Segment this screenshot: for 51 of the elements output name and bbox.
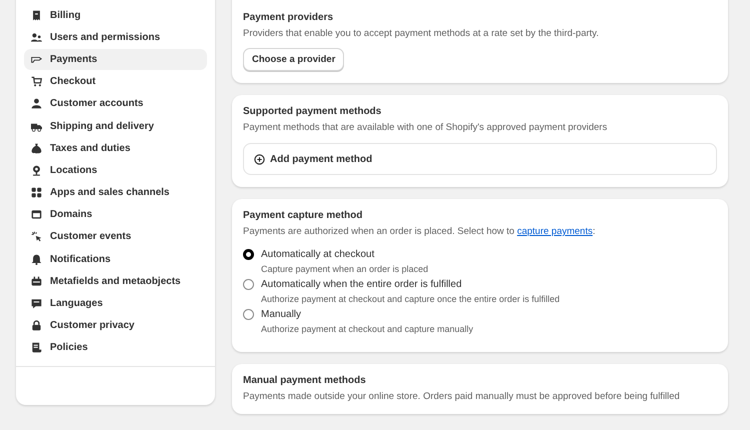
apps-icon xyxy=(31,187,42,198)
radio-button[interactable] xyxy=(243,279,254,290)
cart-icon xyxy=(31,76,42,88)
radio-button[interactable] xyxy=(243,249,254,260)
card-title: Payment providers xyxy=(243,12,334,23)
sidebar-item[interactable]: Metafields and metaobjects xyxy=(24,271,207,292)
sidebar-item[interactable]: Customer privacy xyxy=(24,316,207,336)
card-title: Payment capture method xyxy=(243,210,364,221)
sidebar-item[interactable]: Users and permissions xyxy=(24,27,207,48)
option-label: Automatically when the entire order is fulfilled xyxy=(261,279,462,290)
card-title: Manual payment methods xyxy=(243,375,367,386)
sidebar-item[interactable]: Locations xyxy=(24,160,207,180)
sidebar-item[interactable]: Billing xyxy=(24,5,207,26)
sidebar-item[interactable]: Customer events xyxy=(24,226,207,248)
sidebar-item[interactable]: Taxes and duties xyxy=(24,138,207,158)
money-bag-icon xyxy=(31,142,42,154)
option-help-text: Authorize payment at checkout and capture once the entire order is fulfilled xyxy=(261,294,561,304)
capture-payments-link[interactable]: capture payments xyxy=(517,226,593,237)
location-pin-icon xyxy=(31,164,42,176)
card-description: Payments made outside your online store. Orders paid manually must be approved before being fulfilled xyxy=(243,391,681,402)
card-description: Payments are authorized when an order is placed. Select how to capture payments: xyxy=(243,226,596,237)
cursor-click-icon xyxy=(31,231,42,242)
card-title: Supported payment methods xyxy=(243,106,382,117)
receipt-icon xyxy=(31,10,42,21)
sidebar-item[interactable]: Languages xyxy=(24,293,207,314)
choose-provider-button[interactable]: Choose a provider xyxy=(243,48,344,71)
card-description: Payment methods that are available with one of Shopify's approved payment providers xyxy=(243,122,608,133)
option-help-text: Authorize payment at checkout and capture manually xyxy=(261,324,474,334)
option-help-text: Capture payment when an order is placed xyxy=(261,264,430,274)
bell-icon xyxy=(31,254,42,265)
users-icon xyxy=(31,32,42,43)
sidebar-item[interactable]: Checkout xyxy=(24,72,207,92)
speech-bubble-icon xyxy=(31,298,42,310)
sidebar-item[interactable]: Payments xyxy=(24,49,207,70)
sidebar-item[interactable]: Apps and sales channels xyxy=(24,182,207,203)
add-payment-method-button[interactable]: Add payment method xyxy=(243,143,717,175)
option-label: Automatically at checkout xyxy=(261,249,374,260)
sidebar-item[interactable]: Domains xyxy=(24,204,207,225)
window-icon xyxy=(31,209,42,220)
radio-button[interactable] xyxy=(243,309,254,320)
document-icon xyxy=(31,342,42,354)
add-icon xyxy=(254,154,265,164)
calendar-icon xyxy=(31,276,42,287)
lock-icon xyxy=(31,320,42,332)
option-label: Manually xyxy=(261,309,302,320)
sidebar-item[interactable]: Shipping and delivery xyxy=(24,116,207,136)
sidebar-item[interactable]: Notifications xyxy=(24,249,207,270)
card-description: Providers that enable you to accept payment methods at a rate set by the third-party. xyxy=(243,28,600,39)
sidebar-item[interactable]: Policies xyxy=(24,338,207,358)
person-icon xyxy=(31,98,42,110)
sidebar-item[interactable]: Customer accounts xyxy=(24,94,207,114)
